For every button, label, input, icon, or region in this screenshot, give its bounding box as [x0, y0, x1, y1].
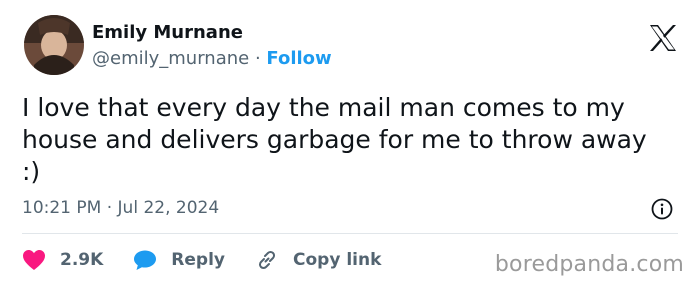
- info-icon[interactable]: [651, 198, 673, 220]
- speech-bubble-icon: [134, 250, 157, 270]
- handle[interactable]: @emily_murnane: [92, 48, 249, 69]
- handle-separator: ·: [249, 48, 267, 69]
- tweet-card: Emily Murnane @emily_murnane · Follow I …: [0, 0, 700, 287]
- reply-button[interactable]: Reply: [133, 249, 225, 271]
- like-count: 2.9K: [60, 250, 104, 270]
- like-button[interactable]: 2.9K: [22, 249, 103, 271]
- follow-button[interactable]: Follow: [266, 48, 331, 69]
- timestamp[interactable]: 10:21 PM · Jul 22, 2024: [22, 198, 219, 218]
- avatar[interactable]: [24, 15, 84, 75]
- heart-icon: [23, 250, 45, 270]
- tweet-text: I love that every day the mail man comes…: [22, 93, 647, 186]
- action-bar: 2.9K Reply Copy link: [22, 247, 411, 273]
- watermark: boredpanda.com: [494, 252, 684, 277]
- display-name[interactable]: Emily Murnane: [92, 22, 243, 43]
- x-logo-icon[interactable]: [648, 24, 678, 52]
- link-icon: [258, 250, 276, 270]
- copy-link-button[interactable]: Copy link: [255, 248, 381, 272]
- divider: [22, 233, 678, 234]
- reply-label: Reply: [171, 250, 225, 270]
- handle-line: @emily_murnane · Follow: [92, 48, 332, 69]
- copy-link-label: Copy link: [293, 250, 382, 270]
